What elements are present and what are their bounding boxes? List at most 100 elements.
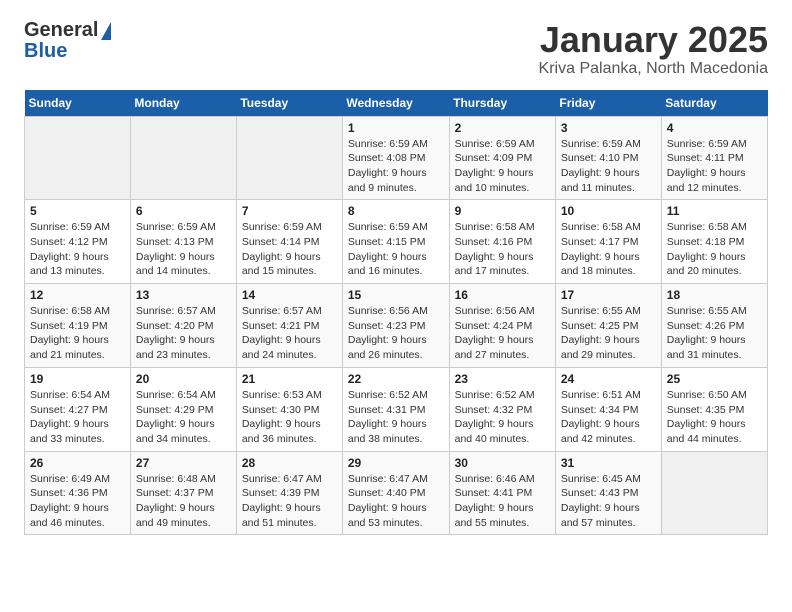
calendar-cell [236, 116, 342, 200]
day-number: 18 [667, 288, 762, 302]
weekday-header: Friday [555, 90, 661, 117]
day-info: Sunrise: 6:47 AM Sunset: 4:39 PM Dayligh… [242, 472, 337, 531]
day-number: 13 [136, 288, 231, 302]
day-number: 5 [30, 204, 125, 218]
day-number: 9 [455, 204, 550, 218]
calendar-cell: 29 Sunrise: 6:47 AM Sunset: 4:40 PM Dayli… [342, 451, 449, 535]
day-info: Sunrise: 6:54 AM Sunset: 4:27 PM Dayligh… [30, 388, 125, 447]
day-info: Sunrise: 6:59 AM Sunset: 4:10 PM Dayligh… [561, 137, 656, 196]
calendar-cell: 17 Sunrise: 6:55 AM Sunset: 4:25 PM Dayli… [555, 284, 661, 368]
calendar-cell: 16 Sunrise: 6:56 AM Sunset: 4:24 PM Dayli… [449, 284, 555, 368]
page-header: General Blue January 2025 Kriva Palanka,… [24, 20, 768, 78]
day-number: 8 [348, 204, 444, 218]
calendar-cell: 5 Sunrise: 6:59 AM Sunset: 4:12 PM Daylig… [25, 200, 131, 284]
day-info: Sunrise: 6:47 AM Sunset: 4:40 PM Dayligh… [348, 472, 444, 531]
calendar-cell: 12Sunrise: 6:58 AM Sunset: 4:19 PM Dayli… [25, 284, 131, 368]
day-info: Sunrise: 6:59 AM Sunset: 4:13 PM Dayligh… [136, 220, 231, 279]
weekday-header: Wednesday [342, 90, 449, 117]
day-number: 2 [455, 121, 550, 135]
day-number: 10 [561, 204, 656, 218]
day-info: Sunrise: 6:45 AM Sunset: 4:43 PM Dayligh… [561, 472, 656, 531]
day-info: Sunrise: 6:52 AM Sunset: 4:32 PM Dayligh… [455, 388, 550, 447]
day-number: 29 [348, 456, 444, 470]
day-info: Sunrise: 6:59 AM Sunset: 4:11 PM Dayligh… [667, 137, 762, 196]
day-number: 23 [455, 372, 550, 386]
calendar-cell: 14Sunrise: 6:57 AM Sunset: 4:21 PM Dayli… [236, 284, 342, 368]
calendar-cell: 21Sunrise: 6:53 AM Sunset: 4:30 PM Dayli… [236, 367, 342, 451]
calendar-cell: 11Sunrise: 6:58 AM Sunset: 4:18 PM Dayli… [661, 200, 767, 284]
calendar-cell: 24Sunrise: 6:51 AM Sunset: 4:34 PM Dayli… [555, 367, 661, 451]
day-info: Sunrise: 6:59 AM Sunset: 4:12 PM Dayligh… [30, 220, 125, 279]
day-info: Sunrise: 6:58 AM Sunset: 4:16 PM Dayligh… [455, 220, 550, 279]
day-info: Sunrise: 6:55 AM Sunset: 4:26 PM Dayligh… [667, 304, 762, 363]
day-info: Sunrise: 6:52 AM Sunset: 4:31 PM Dayligh… [348, 388, 444, 447]
calendar-cell: 20 Sunrise: 6:54 AM Sunset: 4:29 PM Dayli… [130, 367, 236, 451]
calendar-cell: 9 Sunrise: 6:58 AM Sunset: 4:16 PM Daylig… [449, 200, 555, 284]
day-info: Sunrise: 6:55 AM Sunset: 4:25 PM Dayligh… [561, 304, 656, 363]
day-number: 16 [455, 288, 550, 302]
location-subtitle: Kriva Palanka, North Macedonia [539, 60, 768, 78]
day-number: 27 [136, 456, 231, 470]
calendar-cell: 3Sunrise: 6:59 AM Sunset: 4:10 PM Daylig… [555, 116, 661, 200]
day-info: Sunrise: 6:58 AM Sunset: 4:18 PM Dayligh… [667, 220, 762, 279]
weekday-header: Sunday [25, 90, 131, 117]
day-number: 6 [136, 204, 231, 218]
calendar-cell [25, 116, 131, 200]
calendar-table: SundayMondayTuesdayWednesdayThursdayFrid… [24, 90, 768, 536]
weekday-header: Thursday [449, 90, 555, 117]
day-number: 28 [242, 456, 337, 470]
logo-general-text: General [24, 20, 98, 40]
day-number: 20 [136, 372, 231, 386]
day-number: 19 [30, 372, 125, 386]
calendar-cell: 8 Sunrise: 6:59 AM Sunset: 4:15 PM Daylig… [342, 200, 449, 284]
logo: General Blue [24, 20, 111, 63]
day-info: Sunrise: 6:56 AM Sunset: 4:23 PM Dayligh… [348, 304, 444, 363]
day-info: Sunrise: 6:57 AM Sunset: 4:20 PM Dayligh… [136, 304, 231, 363]
day-number: 25 [667, 372, 762, 386]
day-info: Sunrise: 6:58 AM Sunset: 4:17 PM Dayligh… [561, 220, 656, 279]
calendar-cell: 19 Sunrise: 6:54 AM Sunset: 4:27 PM Dayli… [25, 367, 131, 451]
logo-blue-text: Blue [24, 40, 67, 63]
day-number: 14 [242, 288, 337, 302]
calendar-cell: 28 Sunrise: 6:47 AM Sunset: 4:39 PM Dayli… [236, 451, 342, 535]
calendar-cell: 7Sunrise: 6:59 AM Sunset: 4:14 PM Daylig… [236, 200, 342, 284]
calendar-cell: 18 Sunrise: 6:55 AM Sunset: 4:26 PM Dayli… [661, 284, 767, 368]
day-number: 21 [242, 372, 337, 386]
day-number: 17 [561, 288, 656, 302]
day-number: 4 [667, 121, 762, 135]
day-number: 24 [561, 372, 656, 386]
day-number: 15 [348, 288, 444, 302]
calendar-week-row: 5 Sunrise: 6:59 AM Sunset: 4:12 PM Daylig… [25, 200, 768, 284]
day-number: 7 [242, 204, 337, 218]
day-number: 1 [348, 121, 444, 135]
day-number: 31 [561, 456, 656, 470]
calendar-cell: 26 Sunrise: 6:49 AM Sunset: 4:36 PM Dayli… [25, 451, 131, 535]
calendar-cell: 30Sunrise: 6:46 AM Sunset: 4:41 PM Dayli… [449, 451, 555, 535]
calendar-cell: 25Sunrise: 6:50 AM Sunset: 4:35 PM Dayli… [661, 367, 767, 451]
day-number: 22 [348, 372, 444, 386]
day-number: 26 [30, 456, 125, 470]
calendar-week-row: 19 Sunrise: 6:54 AM Sunset: 4:27 PM Dayli… [25, 367, 768, 451]
day-info: Sunrise: 6:59 AM Sunset: 4:15 PM Dayligh… [348, 220, 444, 279]
calendar-cell: 4 Sunrise: 6:59 AM Sunset: 4:11 PM Daylig… [661, 116, 767, 200]
calendar-week-row: 26 Sunrise: 6:49 AM Sunset: 4:36 PM Dayli… [25, 451, 768, 535]
day-info: Sunrise: 6:49 AM Sunset: 4:36 PM Dayligh… [30, 472, 125, 531]
day-info: Sunrise: 6:54 AM Sunset: 4:29 PM Dayligh… [136, 388, 231, 447]
day-info: Sunrise: 6:48 AM Sunset: 4:37 PM Dayligh… [136, 472, 231, 531]
calendar-header-row: SundayMondayTuesdayWednesdayThursdayFrid… [25, 90, 768, 117]
day-info: Sunrise: 6:56 AM Sunset: 4:24 PM Dayligh… [455, 304, 550, 363]
day-info: Sunrise: 6:46 AM Sunset: 4:41 PM Dayligh… [455, 472, 550, 531]
calendar-cell: 10 Sunrise: 6:58 AM Sunset: 4:17 PM Dayli… [555, 200, 661, 284]
calendar-cell: 6 Sunrise: 6:59 AM Sunset: 4:13 PM Daylig… [130, 200, 236, 284]
day-info: Sunrise: 6:59 AM Sunset: 4:08 PM Dayligh… [348, 137, 444, 196]
day-info: Sunrise: 6:58 AM Sunset: 4:19 PM Dayligh… [30, 304, 125, 363]
weekday-header: Tuesday [236, 90, 342, 117]
calendar-cell: 22 Sunrise: 6:52 AM Sunset: 4:31 PM Dayli… [342, 367, 449, 451]
calendar-cell: 13 Sunrise: 6:57 AM Sunset: 4:20 PM Dayli… [130, 284, 236, 368]
month-title: January 2025 [539, 20, 768, 60]
calendar-cell: 1 Sunrise: 6:59 AM Sunset: 4:08 PM Daylig… [342, 116, 449, 200]
title-block: January 2025 Kriva Palanka, North Macedo… [539, 20, 768, 78]
calendar-cell: 27 Sunrise: 6:48 AM Sunset: 4:37 PM Dayli… [130, 451, 236, 535]
calendar-cell [661, 451, 767, 535]
weekday-header: Monday [130, 90, 236, 117]
